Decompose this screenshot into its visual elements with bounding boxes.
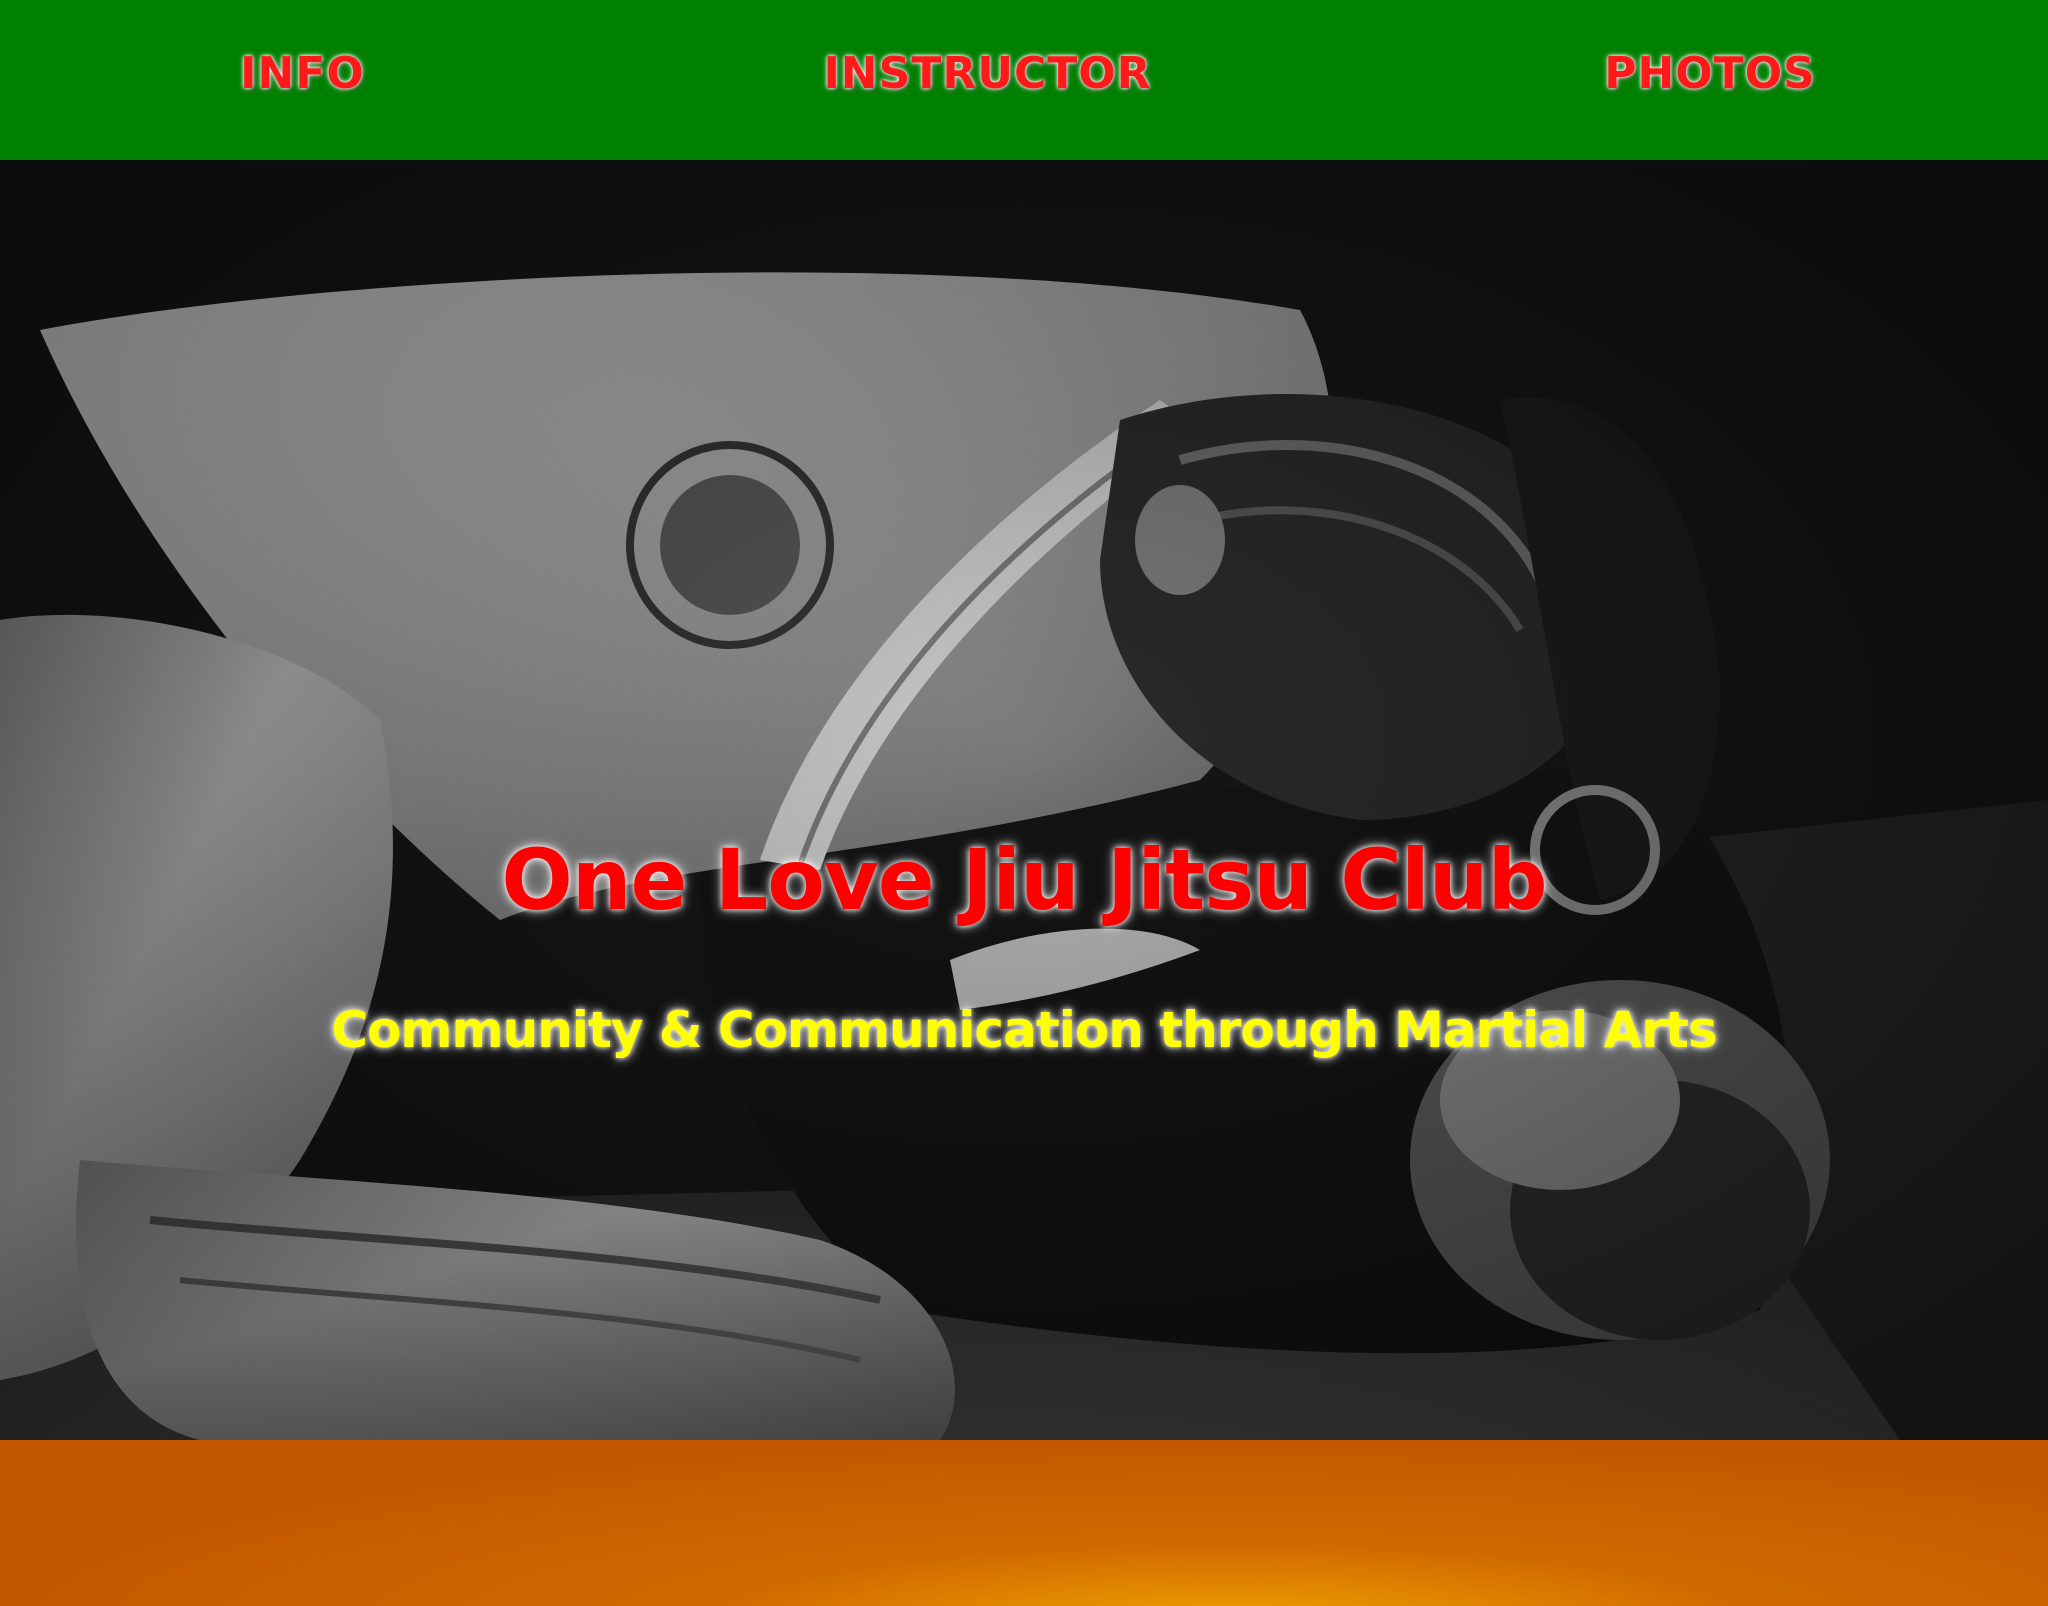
nav-link-info[interactable]: INFO	[200, 44, 405, 104]
hero-subtitle: Community & Communication through Martia…	[331, 1001, 1717, 1059]
hero-banner: One Love Jiu Jitsu Club Community & Comm…	[0, 160, 2048, 1440]
top-navigation: INFO INSTRUCTOR PHOTOS	[0, 0, 2048, 160]
nav-link-instructor[interactable]: INSTRUCTOR	[820, 44, 1155, 104]
next-section-band	[0, 1440, 2048, 1606]
grappling-photo	[0, 160, 2048, 1440]
nav-link-photos[interactable]: PHOTOS	[1600, 44, 1820, 104]
hero-title: One Love Jiu Jitsu Club	[501, 831, 1547, 929]
